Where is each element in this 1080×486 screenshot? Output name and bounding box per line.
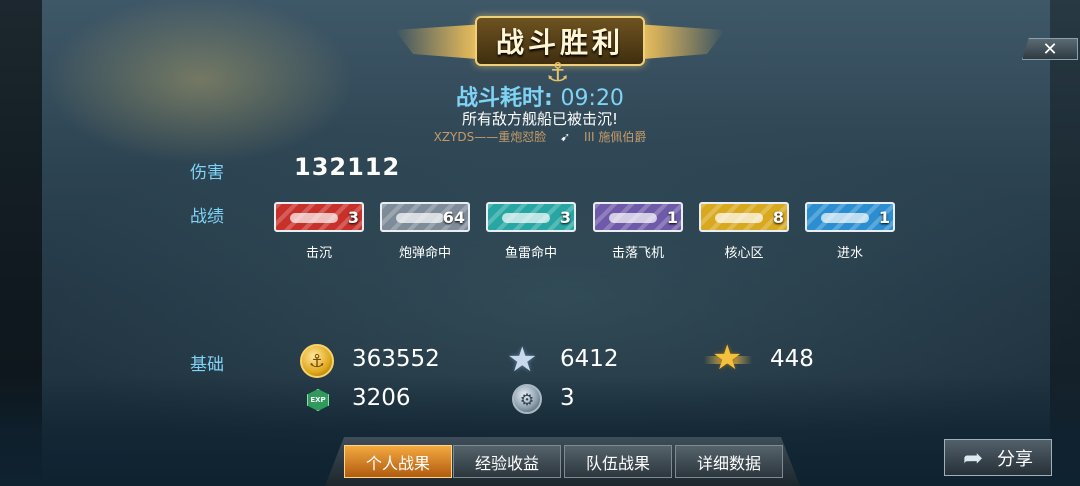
medal-count: 1 xyxy=(878,208,890,227)
share-label: 分享 xyxy=(997,448,1034,470)
medal-citadel[interactable]: 8 xyxy=(699,202,789,232)
victory-banner: 战斗胜利 ⚓ xyxy=(395,4,725,86)
medal-flooding[interactable]: 1 xyxy=(805,202,895,232)
kill-attacker: XZYDS——重炮怼脸 xyxy=(433,130,547,144)
medal-shell-hits[interactable]: 64 xyxy=(380,202,470,232)
medal-count: 1 xyxy=(666,208,678,227)
damage-value: 132112 xyxy=(294,153,401,181)
gear-icon: ⚙ xyxy=(512,384,542,414)
tab-detailed-data[interactable]: 详细数据 xyxy=(675,445,783,478)
plane-icon xyxy=(290,213,338,223)
exp-value: 3206 xyxy=(352,385,411,411)
medal-name: 击沉 xyxy=(305,246,332,261)
medal-planes-shot[interactable]: 1 xyxy=(593,202,683,232)
shell-icon xyxy=(396,213,444,223)
final-kill-line: XZYDS——重炮怼脸 ➹ III 施佩伯爵 xyxy=(0,128,1080,145)
medal-count: 8 xyxy=(772,208,784,227)
medal-count: 64 xyxy=(442,208,465,227)
kill-target: III 施佩伯爵 xyxy=(583,130,647,144)
star-xp-value: 6412 xyxy=(560,346,619,372)
medal-name: 炮弹命中 xyxy=(398,246,451,261)
gear-value: 3 xyxy=(560,385,575,411)
medal-name: 击落飞机 xyxy=(611,246,664,261)
base-label: 基础 xyxy=(190,355,224,375)
close-icon: ✕ xyxy=(1042,38,1058,60)
damage-label: 伤害 xyxy=(190,163,224,183)
star-icon: ★ xyxy=(507,340,538,380)
wave-icon xyxy=(821,213,869,223)
tab-team-results[interactable]: 队伍战果 xyxy=(564,445,672,478)
credits-value: 363552 xyxy=(352,346,440,372)
medal-torpedo-hits[interactable]: 3 xyxy=(486,202,576,232)
tab-label: 个人战果 xyxy=(365,453,430,473)
torpedo-icon xyxy=(502,213,550,223)
banner-title: 战斗胜利 xyxy=(495,26,624,59)
gold-star: ★ xyxy=(712,338,743,378)
achievements-label: 战绩 xyxy=(190,207,224,227)
tab-personal-results[interactable]: 个人战果 xyxy=(344,445,452,478)
share-arrow-icon: ➦ xyxy=(962,443,984,472)
medal-count: 3 xyxy=(347,208,359,227)
aircraft-icon xyxy=(609,213,657,223)
exp-badge-text: EXP xyxy=(310,396,326,404)
rank-star-icon: ★ xyxy=(704,340,752,380)
medal-name: 进水 xyxy=(836,246,863,261)
medal-name: 鱼雷命中 xyxy=(504,246,557,261)
crosshair-icon xyxy=(715,213,763,223)
tab-exp-income[interactable]: 经验收益 xyxy=(453,445,561,478)
credits-coin-icon: ⚓ xyxy=(300,344,334,378)
medal-name: 核心区 xyxy=(724,246,764,261)
torpedo-icon: ➹ xyxy=(560,130,571,144)
tab-label: 详细数据 xyxy=(696,453,761,473)
share-button[interactable]: ➦ 分享 xyxy=(944,439,1052,476)
tab-label: 经验收益 xyxy=(474,453,539,473)
rank-points-value: 448 xyxy=(770,346,814,372)
battle-message: 所有敌方舰船已被击沉! xyxy=(461,110,618,128)
medal-sunk[interactable]: 3 xyxy=(274,202,364,232)
medal-count: 3 xyxy=(559,208,571,227)
tab-label: 队伍战果 xyxy=(585,453,650,473)
close-button[interactable]: ✕ xyxy=(1022,38,1078,60)
